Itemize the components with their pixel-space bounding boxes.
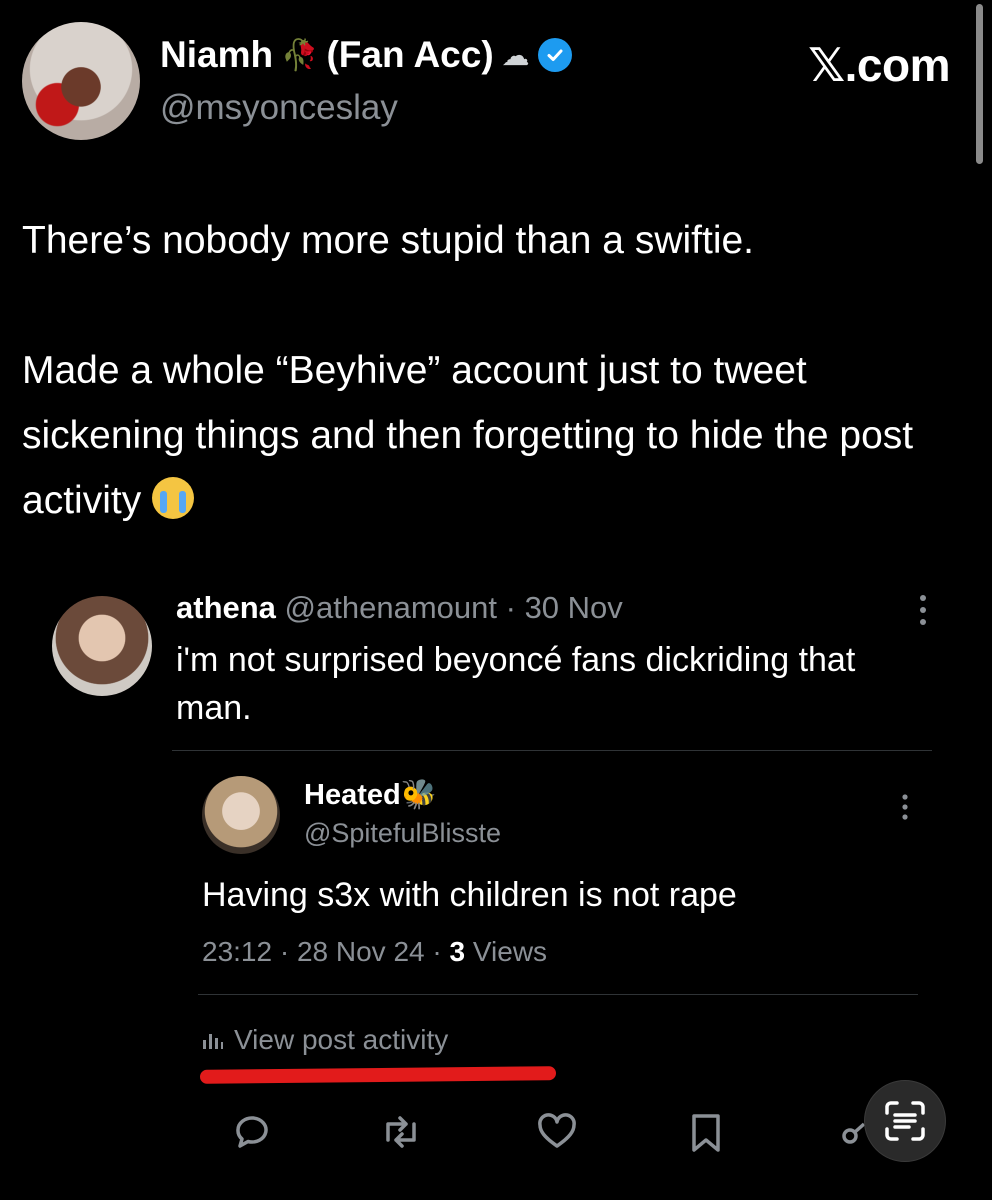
divider <box>172 750 932 751</box>
scrollbar[interactable] <box>976 4 983 164</box>
author-handle[interactable]: @msyonceslay <box>160 88 398 128</box>
athena-handle[interactable]: @athenamount <box>285 590 497 625</box>
verified-badge-icon <box>537 38 572 72</box>
view-post-activity-link[interactable]: View post activity <box>202 1024 448 1056</box>
action-bar <box>198 1110 958 1160</box>
author-name-suffix: (Fan Acc) <box>326 34 494 75</box>
athena-avatar[interactable] <box>52 596 152 696</box>
divider <box>198 994 918 995</box>
scan-text-icon <box>885 1101 925 1141</box>
post-paragraph-1: There’s nobody more stupid than a swifti… <box>22 219 755 262</box>
more-options-icon[interactable] <box>916 592 930 628</box>
like-icon[interactable] <box>534 1110 582 1158</box>
cloud-emoji: ☁ <box>501 39 530 71</box>
views-count: 3 <box>449 936 466 967</box>
author-avatar[interactable] <box>22 22 140 140</box>
bee-emoji: 🐝 <box>400 779 437 811</box>
views-label: Views <box>472 936 548 967</box>
bookmark-icon[interactable] <box>684 1110 732 1158</box>
athena-header: athena @athenamount · 30 Nov <box>176 590 623 626</box>
heated-tweet-text: Having s3x with children is not rape <box>202 876 737 914</box>
repost-icon[interactable] <box>378 1110 426 1158</box>
reply-icon[interactable] <box>230 1110 278 1158</box>
crying-face-icon <box>152 477 195 519</box>
heated-name-row[interactable]: Heated🐝 <box>304 778 437 812</box>
text-recognition-button[interactable] <box>864 1080 946 1162</box>
more-options-icon[interactable] <box>898 792 912 822</box>
quoted-screenshot: athena @athenamount · 30 Nov i'm not sur… <box>48 580 948 1200</box>
post-paragraph-2: Made a whole “Beyhive” account just to t… <box>22 349 914 522</box>
wilted-rose-emoji: 🥀 <box>281 38 319 72</box>
post-body: There’s nobody more stupid than a swifti… <box>22 208 972 533</box>
separator-dot: · <box>497 590 525 625</box>
heated-avatar[interactable] <box>202 776 280 854</box>
site-watermark: 𝕏.com <box>808 39 950 91</box>
tweet-time: 23:12 <box>202 936 273 967</box>
author-name-row[interactable]: Niamh 🥀 (Fan Acc) ☁ <box>160 34 572 76</box>
athena-tweet-text: i'm not surprised beyoncé fans dickridin… <box>176 641 856 727</box>
tweet-date: 28 Nov 24 <box>296 936 425 967</box>
heated-name: Heated <box>304 779 401 811</box>
tweet-meta: 23:12 · 28 Nov 24 · 3 Views <box>202 936 548 967</box>
red-underline-annotation <box>199 1066 557 1084</box>
view-post-activity-label: View post activity <box>234 1024 449 1055</box>
analytics-icon <box>203 1034 223 1049</box>
athena-name[interactable]: athena <box>176 590 276 625</box>
author-name: Niamh <box>160 34 274 75</box>
athena-date: 30 Nov <box>524 590 623 625</box>
heated-handle[interactable]: @SpitefulBlisste <box>304 818 501 849</box>
